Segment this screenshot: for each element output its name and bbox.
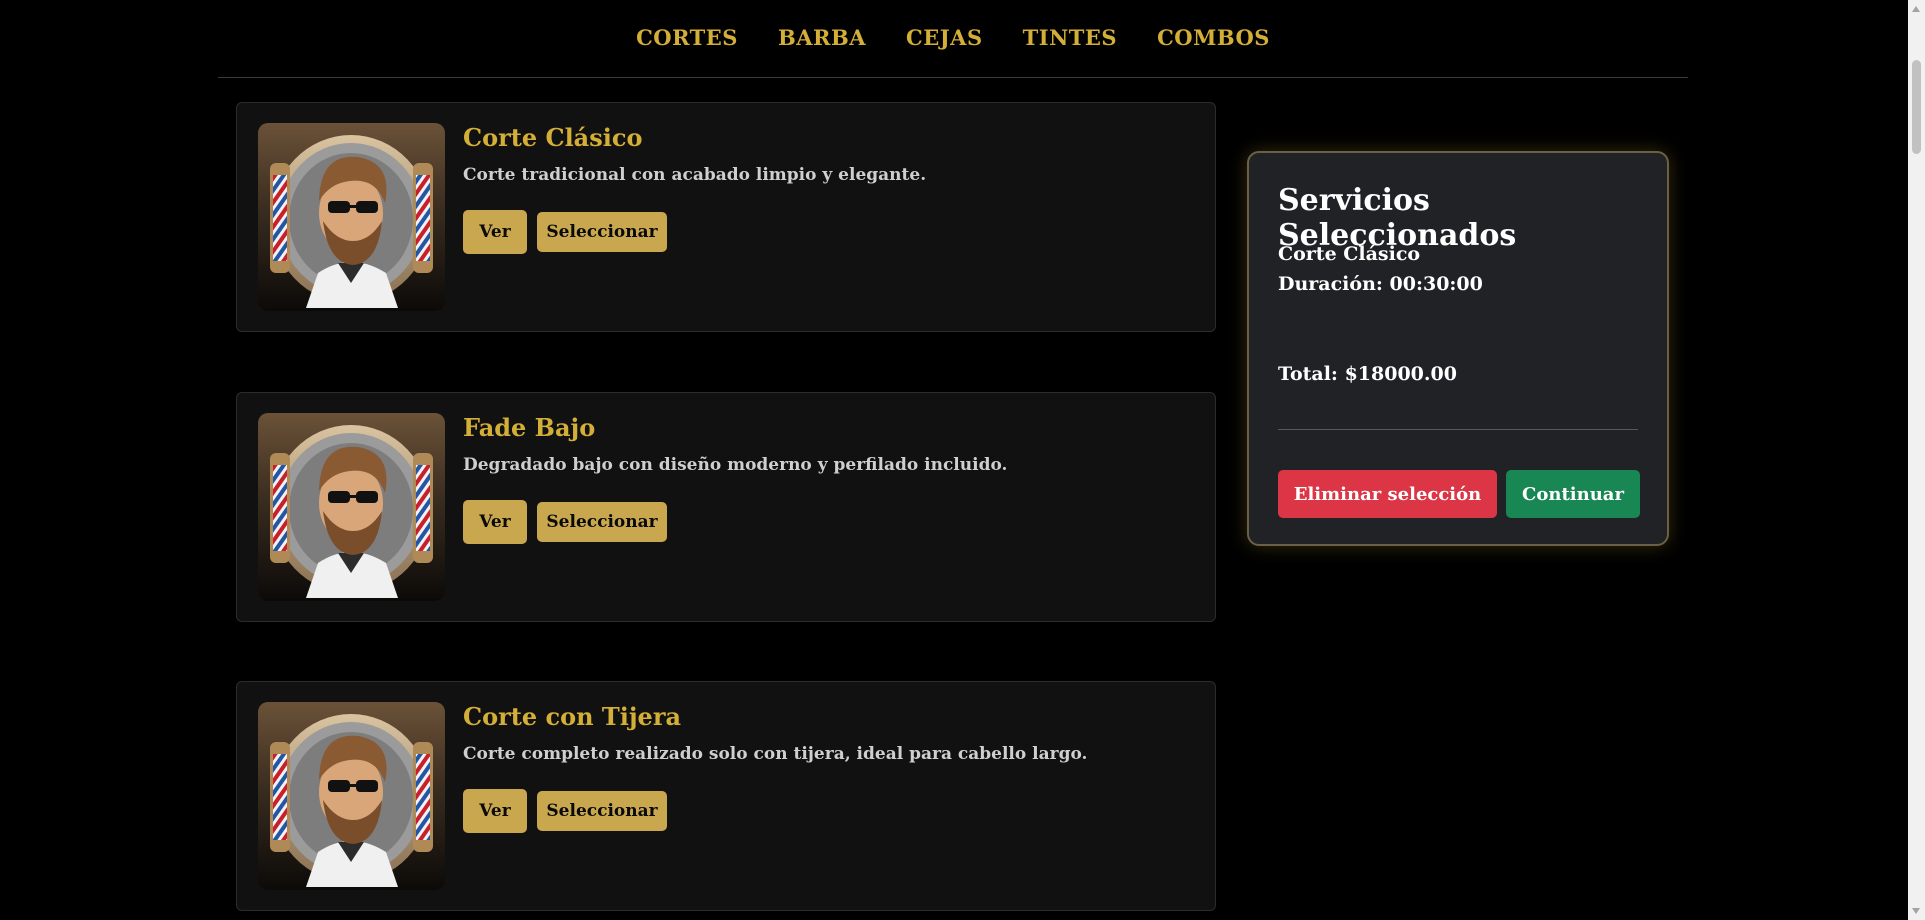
service-title: Corte con Tijera: [463, 702, 682, 731]
select-button[interactable]: Seleccionar: [537, 502, 667, 542]
select-button[interactable]: Seleccionar: [537, 791, 667, 831]
page: CORTES BARBA CEJAS TINTES COMBOS Corte C…: [0, 0, 1925, 920]
barber-portrait-icon: [258, 702, 445, 890]
service-description: Degradado bajo con diseño moderno y perf…: [463, 455, 1008, 475]
nav-barba[interactable]: BARBA: [778, 25, 866, 50]
service-title: Fade Bajo: [463, 413, 596, 442]
nav-cortes[interactable]: CORTES: [636, 25, 738, 50]
service-description: Corte tradicional con acabado limpio y e…: [463, 165, 927, 185]
divider: [1278, 429, 1638, 430]
view-button[interactable]: Ver: [463, 210, 527, 254]
barber-portrait-icon: [258, 123, 445, 311]
category-nav: CORTES BARBA CEJAS TINTES COMBOS: [218, 0, 1688, 78]
nav-cejas[interactable]: CEJAS: [906, 25, 983, 50]
scrollbar-thumb[interactable]: [1912, 60, 1921, 154]
selected-service-duration: Duración: 00:30:00: [1278, 273, 1483, 295]
nav-combos[interactable]: COMBOS: [1157, 25, 1270, 50]
clear-selection-button[interactable]: Eliminar selección: [1278, 470, 1497, 518]
selected-service-name: Corte Clásico: [1278, 243, 1421, 265]
service-card: Corte con Tijera Corte completo realizad…: [236, 681, 1216, 911]
barber-portrait-icon: [258, 413, 445, 601]
service-title: Corte Clásico: [463, 123, 643, 152]
view-button[interactable]: Ver: [463, 789, 527, 833]
view-button[interactable]: Ver: [463, 500, 527, 544]
scroll-up-arrow-icon[interactable]: [1912, 6, 1920, 12]
total-price: Total: $18000.00: [1278, 363, 1457, 385]
selected-services-panel: Servicios Seleccionados Corte Clásico Du…: [1247, 151, 1669, 546]
scroll-down-arrow-icon[interactable]: [1912, 908, 1920, 914]
continue-button[interactable]: Continuar: [1506, 470, 1640, 518]
vertical-scrollbar[interactable]: [1908, 0, 1925, 920]
select-button[interactable]: Seleccionar: [537, 212, 667, 252]
service-description: Corte completo realizado solo con tijera…: [463, 744, 1088, 764]
service-card: Corte Clásico Corte tradicional con acab…: [236, 102, 1216, 332]
service-card: Fade Bajo Degradado bajo con diseño mode…: [236, 392, 1216, 622]
nav-tintes[interactable]: TINTES: [1023, 25, 1117, 50]
